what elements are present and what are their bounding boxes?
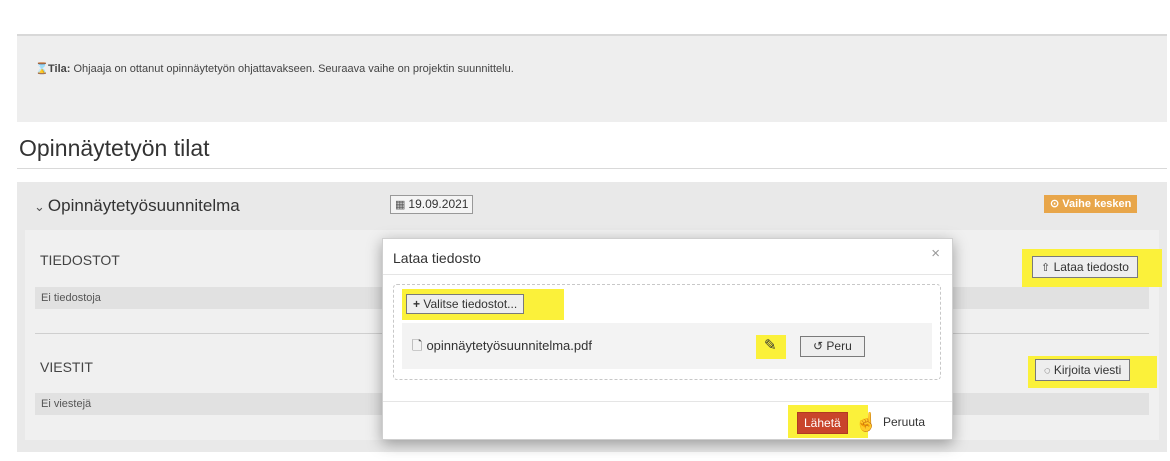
pencil-icon[interactable]: ✎ [764,336,777,354]
close-icon[interactable]: × [931,245,940,262]
cancel-button[interactable]: Peruuta [883,415,925,429]
file-name-text: opinnäytetyösuunnitelma.pdf [426,338,592,353]
list-item: 🗋 opinnäytetyösuunnitelma.pdf ✎ ↺ Peru [402,323,932,369]
phase-header[interactable]: ⌄ Opinnäytetyösuunnitelma [34,196,240,216]
divider [383,401,952,402]
send-button[interactable]: Lähetä [797,412,848,434]
calendar-icon: ▦ [395,199,406,211]
status-message: Ohjaaja on ottanut opinnäytetyön ohjatta… [70,63,514,75]
write-message-button[interactable]: ◌ Kirjoita viesti [1035,359,1131,381]
phase-title: Opinnäytetyösuunnitelma [47,196,240,215]
choose-files-button[interactable]: + Valitse tiedostot... [406,294,525,314]
status-text: ⌛Tila: Ohjaaja on ottanut opinnäytetyön … [35,62,514,75]
divider [17,168,1167,169]
upload-dialog: Lataa tiedosto × + Valitse tiedostot... … [382,238,953,440]
page: ⌛Tila: Ohjaaja on ottanut opinnäytetyön … [0,0,1170,461]
file-name: 🗋 opinnäytetyösuunnitelma.pdf [412,337,592,359]
files-heading: TIEDOSTOT [40,252,120,268]
cancel-file-label: Peru [826,339,852,353]
phase-date-value: 19.09.2021 [408,197,469,211]
comment-icon: ◌ [1044,365,1051,377]
status-bar: ⌛Tila: Ohjaaja on ottanut opinnäytetyön … [17,34,1167,122]
choose-files-label: Valitse tiedostot... [423,297,518,311]
write-message-label: Kirjoita viesti [1053,363,1122,377]
hand-cursor-icon: ☝ [855,412,878,432]
upload-icon: ⇧ [1041,262,1051,274]
divider [383,274,952,275]
upload-file-label: Lataa tiedosto [1053,260,1129,274]
file-icon: 🗋 [412,338,423,353]
messages-heading: VIESTIT [40,359,93,375]
chevron-down-icon: ⌄ [34,199,45,214]
upload-file-button[interactable]: ⇧ Lataa tiedosto [1032,256,1138,278]
undo-icon: ↺ [813,339,824,353]
hourglass-icon: ⌛ [35,63,49,75]
dialog-title: Lataa tiedosto [393,250,481,266]
drop-zone[interactable]: + Valitse tiedostot... 🗋 opinnäytetyösuun… [393,284,941,380]
status-label: Tila: [48,63,71,75]
cancel-file-button[interactable]: ↺ Peru [800,336,865,357]
page-title: Opinnäytetyön tilat [19,135,210,161]
plus-icon: + [413,297,421,311]
status-badge: ⊙ Vaihe kesken [1044,195,1138,213]
phase-date: ▦ 19.09.2021 [390,195,474,214]
